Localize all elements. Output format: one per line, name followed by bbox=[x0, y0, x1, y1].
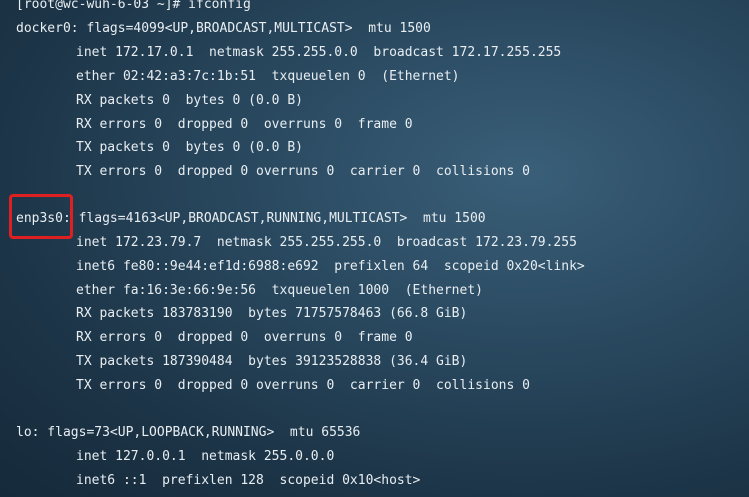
docker0-rx-errors: RX errors 0 dropped 0 overruns 0 frame 0 bbox=[76, 117, 413, 132]
enp3s0-rx-errors: RX errors 0 dropped 0 overruns 0 frame 0 bbox=[76, 330, 413, 345]
enp3s0-tx-errors: TX errors 0 dropped 0 overruns 0 carrier… bbox=[76, 378, 530, 393]
enp3s0-rx-packets: RX packets 183783190 bytes 71757578463 (… bbox=[76, 306, 468, 321]
terminal-window[interactable]: [root@wc-wuh-6-03 ~]# ifconfig docker0: … bbox=[0, 0, 749, 497]
docker0-rx-packets: RX packets 0 bytes 0 (0.0 B) bbox=[76, 93, 303, 108]
lo-header: lo: flags=73<UP,LOOPBACK,RUNNING> mtu 65… bbox=[16, 425, 361, 440]
docker0-tx-packets: TX packets 0 bytes 0 (0.0 B) bbox=[76, 140, 303, 155]
highlight-annotation-box bbox=[9, 194, 73, 239]
shell-prompt: [root@wc-wuh-6-03 ~]# ifconfig bbox=[16, 0, 251, 12]
enp3s0-inet6: inet6 fe80::9e44:ef1d:6988:e692 prefixle… bbox=[76, 259, 585, 274]
enp3s0-inet: inet 172.23.79.7 netmask 255.255.255.0 b… bbox=[76, 235, 577, 250]
lo-inet: inet 127.0.0.1 netmask 255.0.0.0 bbox=[76, 449, 335, 464]
docker0-ether: ether 02:42:a3:7c:1b:51 txqueuelen 0 (Et… bbox=[76, 69, 460, 84]
enp3s0-flags: flags=4163<UP,BROADCAST,RUNNING,MULTICAS… bbox=[70, 211, 486, 226]
docker0-inet: inet 172.17.0.1 netmask 255.255.0.0 broa… bbox=[76, 45, 562, 60]
docker0-tx-errors: TX errors 0 dropped 0 overruns 0 carrier… bbox=[76, 164, 530, 179]
docker0-header: docker0: flags=4099<UP,BROADCAST,MULTICA… bbox=[16, 21, 431, 36]
enp3s0-tx-packets: TX packets 187390484 bytes 39123528838 (… bbox=[76, 354, 468, 369]
lo-inet6: inet6 ::1 prefixlen 128 scopeid 0x10<hos… bbox=[76, 473, 421, 488]
enp3s0-ether: ether fa:16:3e:66:9e:56 txqueuelen 1000 … bbox=[76, 283, 483, 298]
